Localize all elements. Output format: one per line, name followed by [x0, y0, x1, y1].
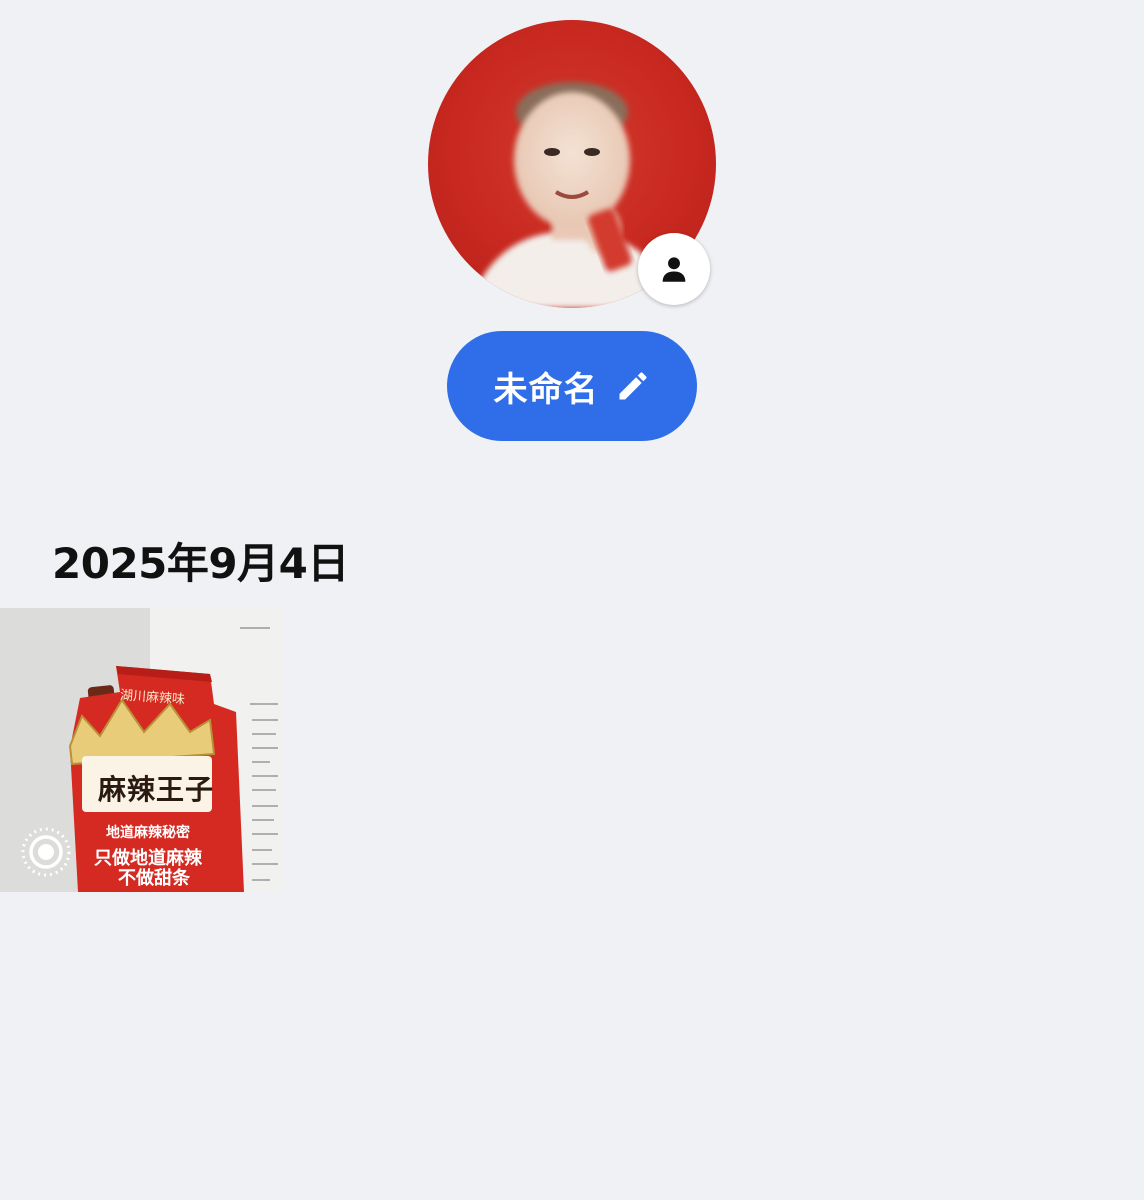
- profile-avatar-container[interactable]: [428, 20, 716, 308]
- person-icon: [662, 257, 686, 282]
- package-subline: 地道麻辣秘密: [106, 825, 190, 841]
- pencil-icon: [615, 368, 651, 404]
- package-title: 麻辣王子: [98, 773, 215, 806]
- display-name-label: 未命名: [493, 369, 599, 410]
- package-tagline-2: 不做甜条: [118, 868, 190, 889]
- album-date-heading: 2025年9月4日: [52, 539, 349, 588]
- edit-name-button[interactable]: 未命名: [447, 331, 697, 441]
- live-photo-icon: [20, 826, 72, 878]
- change-avatar-button[interactable]: [638, 233, 710, 305]
